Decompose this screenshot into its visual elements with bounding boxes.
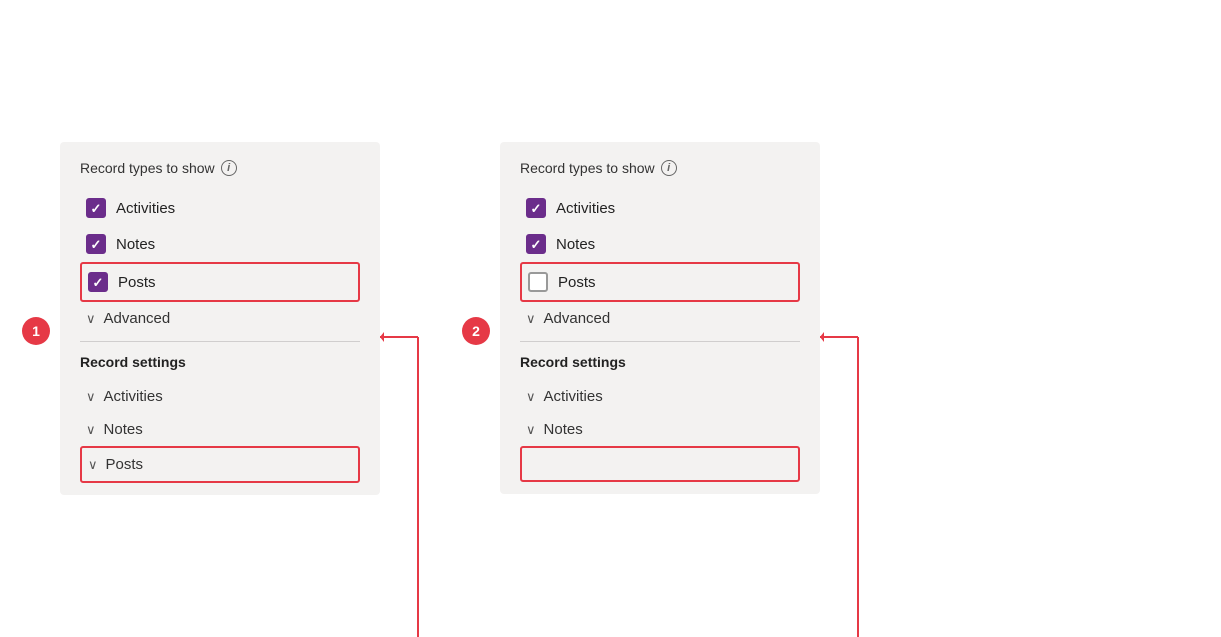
divider-1 (80, 341, 360, 342)
checkmark-activities-1: ✓ (91, 202, 102, 215)
record-settings-title-1: Record settings (80, 354, 360, 370)
checkbox-activities-1[interactable]: ✓ (86, 198, 106, 218)
panel1-wrapper: 1 Record types to show i ✓ Activities ✓ … (60, 142, 380, 495)
panel1: Record types to show i ✓ Activities ✓ No… (60, 142, 380, 495)
page-container: 1 Record types to show i ✓ Activities ✓ … (0, 112, 1221, 525)
connector-1 (380, 142, 420, 562)
chevron-advanced-1: ∨ (86, 311, 96, 327)
advanced-label-1: Advanced (104, 310, 171, 327)
checkbox-label-posts-2: Posts (558, 274, 596, 291)
checkbox-row-activities-2[interactable]: ✓ Activities (520, 190, 800, 226)
checkbox-row-notes-1[interactable]: ✓ Notes (80, 226, 360, 262)
chevron-posts-1: ∨ (88, 457, 98, 473)
checkbox-label-notes-2: Notes (556, 236, 595, 253)
checkmark-notes-1: ✓ (91, 238, 102, 251)
section-title-2: Record types to show i (520, 160, 800, 176)
checkbox-row-activities-1[interactable]: ✓ Activities (80, 190, 360, 226)
checkbox-notes-2[interactable]: ✓ (526, 234, 546, 254)
collapsible-label-posts-1: Posts (106, 456, 144, 473)
connector-2 (820, 142, 860, 562)
checkbox-notes-1[interactable]: ✓ (86, 234, 106, 254)
advanced-row-1[interactable]: ∨ Advanced (80, 302, 360, 335)
collapsible-label-notes-2: Notes (544, 421, 583, 438)
badge-1: 1 (22, 317, 50, 345)
checkbox-label-activities-1: Activities (116, 200, 175, 217)
record-types-title-2: Record types to show (520, 160, 655, 176)
collapsible-label-activities-1: Activities (104, 388, 163, 405)
checkmark-posts-1: ✓ (93, 276, 104, 289)
panel2: Record types to show i ✓ Activities ✓ No… (500, 142, 820, 494)
collapsible-notes-2[interactable]: ∨ Notes (520, 413, 800, 446)
collapsible-posts-1[interactable]: ∨ Posts (80, 446, 360, 483)
checkbox-row-notes-2[interactable]: ✓ Notes (520, 226, 800, 262)
checkbox-activities-2[interactable]: ✓ (526, 198, 546, 218)
collapsible-label-activities-2: Activities (544, 388, 603, 405)
checkbox-label-posts-1: Posts (118, 274, 156, 291)
collapsible-posts-empty-2 (520, 446, 800, 482)
checkbox-label-notes-1: Notes (116, 236, 155, 253)
info-icon-2[interactable]: i (661, 160, 677, 176)
record-settings-title-2: Record settings (520, 354, 800, 370)
panel2-wrapper: 2 Record types to show i ✓ Activities ✓ … (500, 142, 820, 494)
chevron-notes-1: ∨ (86, 422, 96, 438)
checkmark-activities-2: ✓ (531, 202, 542, 215)
checkbox-label-activities-2: Activities (556, 200, 615, 217)
collapsible-notes-1[interactable]: ∨ Notes (80, 413, 360, 446)
chevron-activities-1: ∨ (86, 389, 96, 405)
collapsible-activities-2[interactable]: ∨ Activities (520, 380, 800, 413)
chevron-notes-2: ∨ (526, 422, 536, 438)
chevron-advanced-2: ∨ (526, 311, 536, 327)
record-types-title-1: Record types to show (80, 160, 215, 176)
badge-2: 2 (462, 317, 490, 345)
checkbox-row-posts-2[interactable]: Posts (520, 262, 800, 302)
collapsible-label-notes-1: Notes (104, 421, 143, 438)
checkbox-posts-1[interactable]: ✓ (88, 272, 108, 292)
checkbox-posts-2[interactable] (528, 272, 548, 292)
chevron-activities-2: ∨ (526, 389, 536, 405)
checkmark-notes-2: ✓ (531, 238, 542, 251)
section-title-1: Record types to show i (80, 160, 360, 176)
divider-2 (520, 341, 800, 342)
collapsible-activities-1[interactable]: ∨ Activities (80, 380, 360, 413)
advanced-label-2: Advanced (544, 310, 611, 327)
info-icon-1[interactable]: i (221, 160, 237, 176)
checkbox-row-posts-1[interactable]: ✓ Posts (80, 262, 360, 302)
advanced-row-2[interactable]: ∨ Advanced (520, 302, 800, 335)
